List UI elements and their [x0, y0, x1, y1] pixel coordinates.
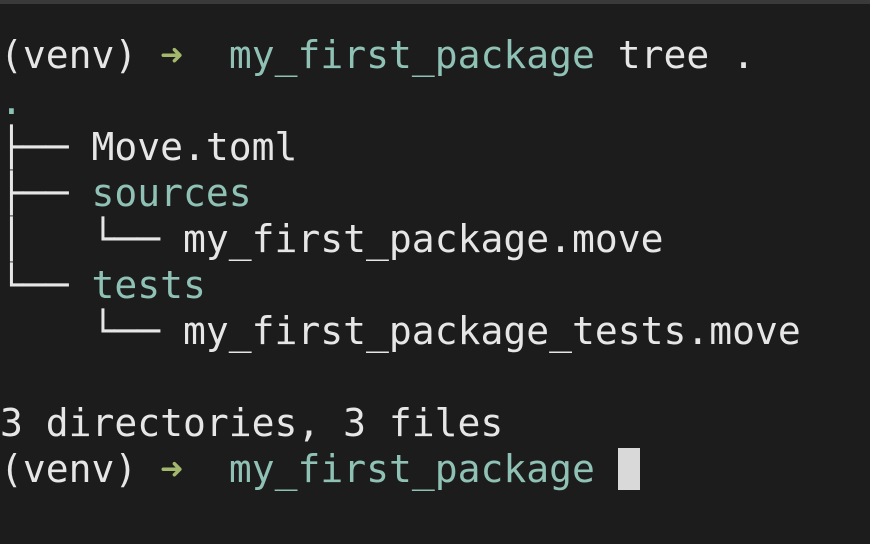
tree-summary: 3 directories, 3 files [0, 401, 504, 445]
tree-item: └── tests [0, 262, 206, 308]
tree-branch: ├── [0, 125, 92, 169]
tree-branch: └── [0, 263, 92, 307]
terminal-window[interactable]: (venv) ➜ my_first_package tree . . ├── M… [0, 0, 870, 544]
text-cursor [617, 447, 640, 490]
tree-branch: └── [0, 309, 184, 353]
command-text: tree . [617, 33, 756, 77]
prompt-line-command: (venv) ➜ my_first_package tree . [0, 32, 755, 78]
tree-item: ├── sources [0, 170, 252, 216]
venv-indicator: (venv) [0, 447, 138, 491]
current-directory: my_first_package [228, 33, 595, 77]
tree-root: . [0, 79, 23, 123]
venv-indicator: (venv) [0, 33, 138, 77]
tree-branch: ├── [0, 171, 92, 215]
tree-item: ├── Move.toml [0, 124, 297, 170]
file-name: my_first_package.move [183, 217, 664, 261]
directory-name: sources [91, 171, 252, 215]
prompt-arrow-icon: ➜ [160, 447, 184, 491]
tree-branch: │ └── [0, 217, 184, 261]
file-name: Move.toml [91, 125, 298, 169]
prompt-line-active[interactable]: (venv) ➜ my_first_package [0, 446, 640, 492]
directory-name: tests [91, 263, 206, 307]
tree-item: │ └── my_first_package.move [0, 216, 663, 262]
prompt-arrow-icon: ➜ [160, 33, 184, 77]
current-directory: my_first_package [228, 447, 595, 491]
tree-item: └── my_first_package_tests.move [0, 308, 801, 354]
file-name: my_first_package_tests.move [183, 309, 801, 353]
